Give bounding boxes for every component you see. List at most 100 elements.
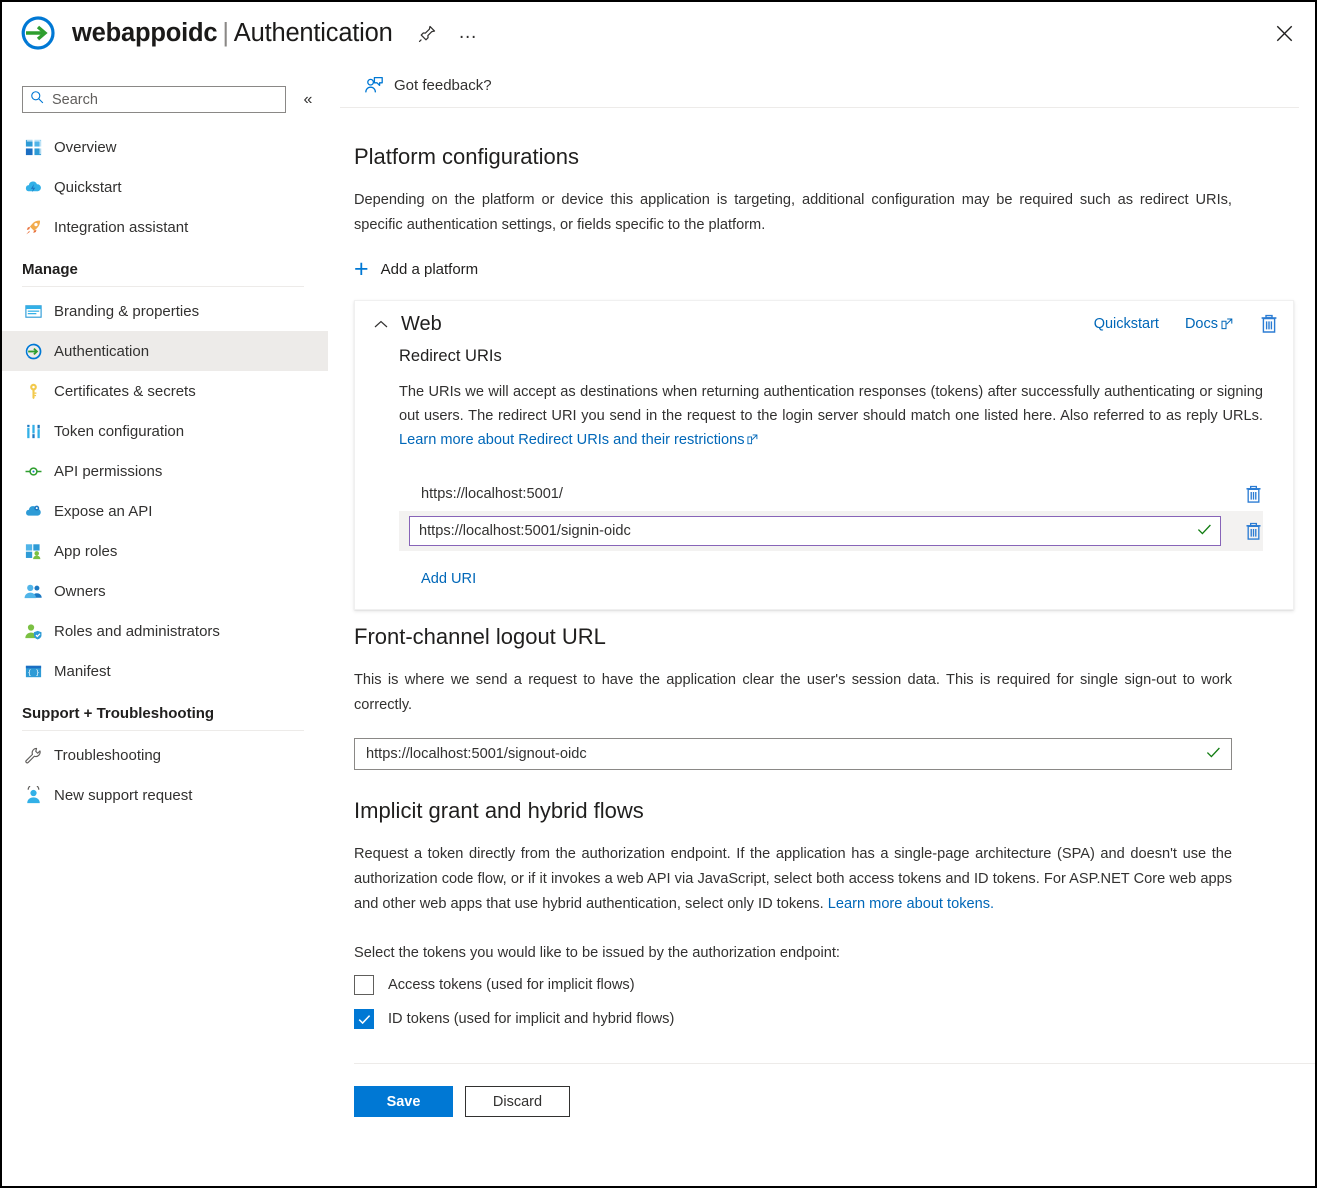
select-tokens-label: Select the tokens you would like to be i… [354,945,1259,961]
search-input[interactable] [50,91,250,109]
sidebar-item-token-configuration[interactable]: Token configuration [2,411,328,451]
add-uri-button[interactable]: Add URI [421,571,487,587]
sidebar-item-integration-assistant[interactable]: Integration assistant [2,207,328,247]
sidebar-item-api-permissions[interactable]: API permissions [2,451,328,491]
add-a-platform-label: Add a platform [381,261,479,278]
redirect-uri-value[interactable]: https://localhost:5001/ [421,486,1226,502]
docs-label: Docs [1185,316,1218,332]
redirect-uris-description: The URIs we will accept as destinations … [399,380,1263,453]
sidebar-item-label: API permissions [54,463,162,480]
token-bars-icon [22,420,44,442]
delete-redirect-uri-button[interactable] [1244,484,1263,505]
front-channel-logout-input-wrapper[interactable] [354,738,1232,770]
access-tokens-checkbox[interactable] [354,975,374,995]
sidebar-item-label: Quickstart [54,179,122,196]
id-tokens-label: ID tokens (used for implicit and hybrid … [388,1011,674,1027]
sidebar-item-label: Authentication [54,343,149,360]
sidebar-item-certificates-secrets[interactable]: Certificates & secrets [2,371,328,411]
azure-portal-blade: webappoidc|Authentication … [0,0,1317,1188]
chevron-double-left-icon[interactable]: « [298,91,318,109]
rocket-icon [22,216,44,238]
sidebar-group-manage: Manage [2,261,328,287]
id-tokens-checkbox[interactable] [354,1009,374,1029]
quickstart-label: Quickstart [1094,316,1159,332]
ellipsis-icon[interactable]: … [455,20,481,46]
pin-icon[interactable] [415,20,441,46]
redirect-uris-description-text: The URIs we will accept as destinations … [399,384,1263,424]
sidebar-item-label: Troubleshooting [54,747,161,764]
sidebar-item-label: Owners [54,583,106,600]
sidebar-nav-top: Overview Quickstart [2,127,340,247]
platform-configurations-description: Depending on the platform or device this… [354,188,1232,238]
sidebar-search-row: « [2,64,340,113]
sidebar-item-label: New support request [54,787,192,804]
discard-button[interactable]: Discard [465,1086,570,1117]
redirect-uri-list: https://localhost:5001/ [399,477,1263,587]
got-feedback-label: Got feedback? [394,77,492,94]
sidebar-item-branding-properties[interactable]: Branding & properties [2,291,328,331]
footer-buttons: Save Discard [354,1086,1259,1117]
sidebar-item-new-support-request[interactable]: New support request [2,775,328,815]
content-scroll-area: Platform configurations Depending on the… [340,108,1315,1117]
redirect-uri-row: https://localhost:5001/ [399,477,1263,511]
feedback-person-icon [364,76,384,96]
access-tokens-label: Access tokens (used for implicit flows) [388,977,635,993]
web-platform-card: Web Quickstart Docs [354,300,1294,610]
delete-redirect-uri-button[interactable] [1244,521,1263,542]
redirect-uri-input-wrapper[interactable] [409,516,1221,546]
access-tokens-checkbox-row[interactable]: Access tokens (used for implicit flows) [354,975,754,995]
front-channel-logout-input[interactable] [364,745,1206,763]
app-name: webappoidc [72,19,217,47]
save-button[interactable]: Save [354,1086,453,1117]
manifest-braces-icon: { } [22,660,44,682]
got-feedback-button[interactable]: Got feedback? [364,76,492,96]
add-a-platform-button[interactable]: + Add a platform [354,260,514,278]
sidebar-item-roles-and-administrators[interactable]: Roles and administrators [2,611,328,651]
sidebar-item-quickstart[interactable]: Quickstart [2,167,328,207]
trash-icon [1259,313,1279,335]
sidebar-item-app-roles[interactable]: App roles [2,531,328,571]
learn-more-about-tokens-link[interactable]: Learn more about tokens. [828,896,994,912]
redirect-uris-learn-more-link[interactable]: Learn more about Redirect URIs and their… [399,432,745,448]
chevron-up-icon[interactable] [371,320,391,329]
redirect-uri-input[interactable] [417,522,1197,540]
cloud-gear-icon [22,500,44,522]
search-icon [30,90,44,109]
id-tokens-checkbox-row[interactable]: ID tokens (used for implicit and hybrid … [354,1009,754,1029]
blade-main-content: Got feedback? Platform configurations De… [340,64,1315,1186]
delete-platform-button[interactable] [1259,313,1279,335]
implicit-grant-title: Implicit grant and hybrid flows [354,798,1259,824]
sidebar-item-troubleshooting[interactable]: Troubleshooting [2,735,328,775]
front-channel-logout-description: This is where we send a request to have … [354,668,1232,718]
docs-link[interactable]: Docs [1185,316,1233,332]
authentication-arrow-icon [22,340,44,362]
footer-divider [354,1063,1315,1064]
checkmark-icon [1206,746,1221,762]
sidebar-item-label: Manifest [54,663,111,680]
checkmark-icon [1197,523,1212,539]
sidebar-item-label: Token configuration [54,423,184,440]
sidebar-item-owners[interactable]: Owners [2,571,328,611]
sidebar-item-label: Certificates & secrets [54,383,196,400]
sidebar-group-label: Support + Troubleshooting [22,705,328,730]
sidebar-group-divider [22,286,304,287]
sidebar-item-label: App roles [54,543,117,560]
sidebar-group-divider [22,730,304,731]
close-icon[interactable] [1269,18,1299,48]
search-box[interactable] [22,86,286,113]
sidebar-item-expose-an-api[interactable]: Expose an API [2,491,328,531]
api-node-icon [22,460,44,482]
quickstart-link[interactable]: Quickstart [1094,316,1159,332]
front-channel-logout-title: Front-channel logout URL [354,624,1259,650]
redirect-uri-row-focused [399,511,1263,551]
implicit-grant-description: Request a token directly from the author… [354,842,1232,917]
sidebar-item-manifest[interactable]: { } Manifest [2,651,328,691]
app-roles-icon [22,540,44,562]
owners-people-icon [22,580,44,602]
page-title: webappoidc|Authentication [72,19,393,48]
sidebar-item-label: Integration assistant [54,219,188,236]
sidebar-item-label: Overview [54,139,117,156]
sidebar-item-overview[interactable]: Overview [2,127,328,167]
external-link-icon [747,429,758,453]
sidebar-item-authentication[interactable]: Authentication [2,331,328,371]
